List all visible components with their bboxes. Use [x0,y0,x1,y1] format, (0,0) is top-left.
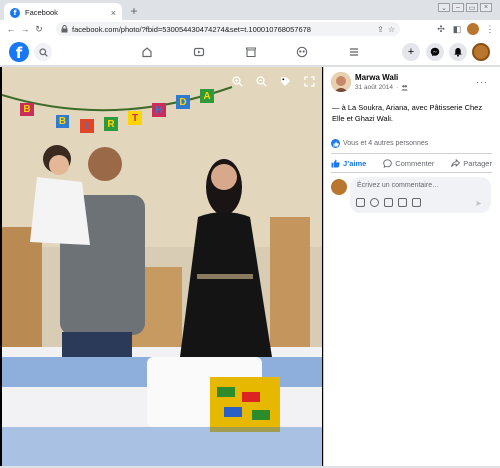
minimize-icon[interactable]: – [452,3,464,12]
meta-separator: · [395,84,399,91]
gif-icon[interactable] [398,198,407,207]
post-actions: J’aime Commenter Partager [331,155,492,171]
extensions-icon[interactable]: ✣ [434,22,448,36]
like-button[interactable]: J’aime [331,159,366,168]
marketplace-icon[interactable] [243,44,259,60]
send-comment-icon[interactable]: ➤ [475,199,482,208]
watch-video-icon[interactable] [191,44,207,60]
commenter-avatar[interactable] [331,179,347,195]
author-name[interactable]: Marwa Wali [355,73,398,82]
facebook-logo[interactable]: f [9,42,29,62]
comment-tools [356,198,421,207]
birthday-photo [2,67,322,466]
post-caption: — à La Soukra, Ariana, avec Pâtisserie C… [332,103,483,123]
banner-letter: D [176,95,190,109]
reload-icon[interactable]: ↻ [32,22,46,36]
url-text: facebook.com/photo/?fbid=530054430474274… [72,24,311,34]
messenger-icon[interactable] [426,43,444,61]
post-details-panel [323,67,500,466]
zoom-in-icon[interactable] [230,74,244,88]
banner-letter: I [80,119,94,133]
share-button[interactable]: Partager [451,158,492,168]
author-avatar[interactable] [331,72,351,92]
divider [331,153,492,154]
create-plus-icon[interactable]: + [402,43,420,61]
audience-friends-icon[interactable] [401,84,408,91]
more-options-icon[interactable]: ··· [476,77,488,87]
address-bar[interactable]: facebook.com/photo/?fbid=530054430474274… [56,22,400,36]
close-window-icon[interactable]: × [480,3,492,12]
side-panel-icon[interactable]: ◧ [450,22,464,36]
banner-letter: T [128,111,142,125]
groups-icon[interactable] [294,44,310,60]
divider [331,172,492,173]
search-button[interactable] [34,43,52,61]
account-avatar[interactable] [472,43,490,61]
menu-hamburger-icon[interactable] [346,44,362,60]
banner-letter: H [152,103,166,117]
comment-label: Commenter [395,158,435,168]
home-icon[interactable] [139,44,155,60]
window-dropdown-icon[interactable]: ⌄ [438,3,450,12]
share-label: Partager [463,158,492,168]
banner-letter: A [200,89,214,103]
photo-viewer[interactable] [0,67,323,466]
bookmark-star-icon[interactable]: ☆ [388,25,395,34]
reactions-summary[interactable]: Vous et 4 autres personnes [331,139,428,148]
like-reaction-icon [331,139,340,148]
post-meta: 31 août 2014 · [355,84,408,91]
comment-placeholder: Écrivez un commentaire… [357,182,440,189]
post-date[interactable]: 31 août 2014 [355,84,393,91]
profile-avatar[interactable] [467,23,479,35]
reactions-text: Vous et 4 autres personnes [343,140,429,147]
facebook-favicon-icon: f [10,7,20,18]
share-page-icon[interactable]: ⇪ [377,25,384,34]
avatar-sticker-icon[interactable] [356,198,365,207]
maximize-icon[interactable]: ▭ [466,3,478,12]
zoom-out-icon[interactable] [254,74,268,88]
banner-letter: B [56,115,69,128]
new-tab-button[interactable]: + [127,4,141,18]
like-label: J’aime [343,158,367,168]
forward-icon[interactable]: → [18,22,32,36]
comment-icon [383,158,392,168]
tag-icon[interactable] [278,74,292,88]
comment-button[interactable]: Commenter [383,159,434,168]
tab-title: Facebook [25,8,58,17]
camera-icon[interactable] [384,198,393,207]
browser-menu-icon[interactable]: ⋮ [483,22,497,36]
banner-letter: R [104,117,118,131]
notifications-bell-icon[interactable] [449,43,467,61]
thumbs-up-icon [331,159,340,167]
lock-icon [61,25,68,33]
sticker-icon[interactable] [412,198,421,207]
share-icon [451,158,461,167]
tab-close-icon[interactable]: × [111,8,116,18]
search-icon [38,47,48,57]
emoji-icon[interactable] [370,198,379,207]
fullscreen-icon[interactable] [302,74,316,88]
banner-letter: B [20,103,34,116]
back-icon[interactable]: ← [4,22,18,36]
